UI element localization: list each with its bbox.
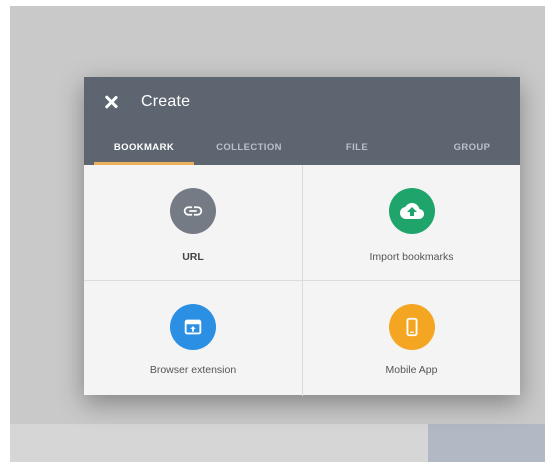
mobile-phone-icon	[388, 304, 435, 350]
option-label: Browser extension	[149, 364, 237, 376]
option-browser-extension[interactable]: Browser extension	[84, 281, 303, 396]
dialog-header: Create BOOKMARK COLLECTION FILE GROUP	[84, 77, 520, 165]
browser-window-icon	[170, 304, 216, 350]
option-import-bookmarks[interactable]: Import bookmarks	[303, 165, 520, 281]
tab-bar: BOOKMARK COLLECTION FILE GROUP	[84, 129, 520, 165]
create-options-grid: URL Import bookmarks Browser extension M…	[84, 165, 520, 396]
option-label: Mobile App	[385, 364, 438, 376]
close-icon[interactable]	[101, 92, 121, 112]
tab-label: FILE	[345, 141, 369, 153]
tab-label: GROUP	[453, 141, 491, 153]
cloud-upload-icon	[388, 188, 435, 234]
tab-bookmark[interactable]: BOOKMARK	[94, 129, 194, 165]
option-label: URL	[182, 251, 204, 263]
option-url[interactable]: URL	[84, 165, 303, 281]
page-frame: Create BOOKMARK COLLECTION FILE GROUP UR…	[0, 0, 545, 464]
tab-group[interactable]: GROUP	[434, 129, 510, 165]
background-footer-block	[428, 424, 545, 462]
dialog-title: Create	[141, 93, 191, 110]
tab-label: BOOKMARK	[113, 141, 175, 153]
tab-label: COLLECTION	[216, 141, 282, 153]
tab-file[interactable]: FILE	[334, 129, 380, 165]
link-icon	[170, 188, 216, 234]
option-mobile-app[interactable]: Mobile App	[303, 281, 520, 396]
tab-collection[interactable]: COLLECTION	[199, 129, 299, 165]
create-dialog: Create BOOKMARK COLLECTION FILE GROUP UR…	[84, 77, 520, 396]
option-label: Import bookmarks	[369, 251, 454, 263]
background-footer-bar	[10, 424, 545, 462]
